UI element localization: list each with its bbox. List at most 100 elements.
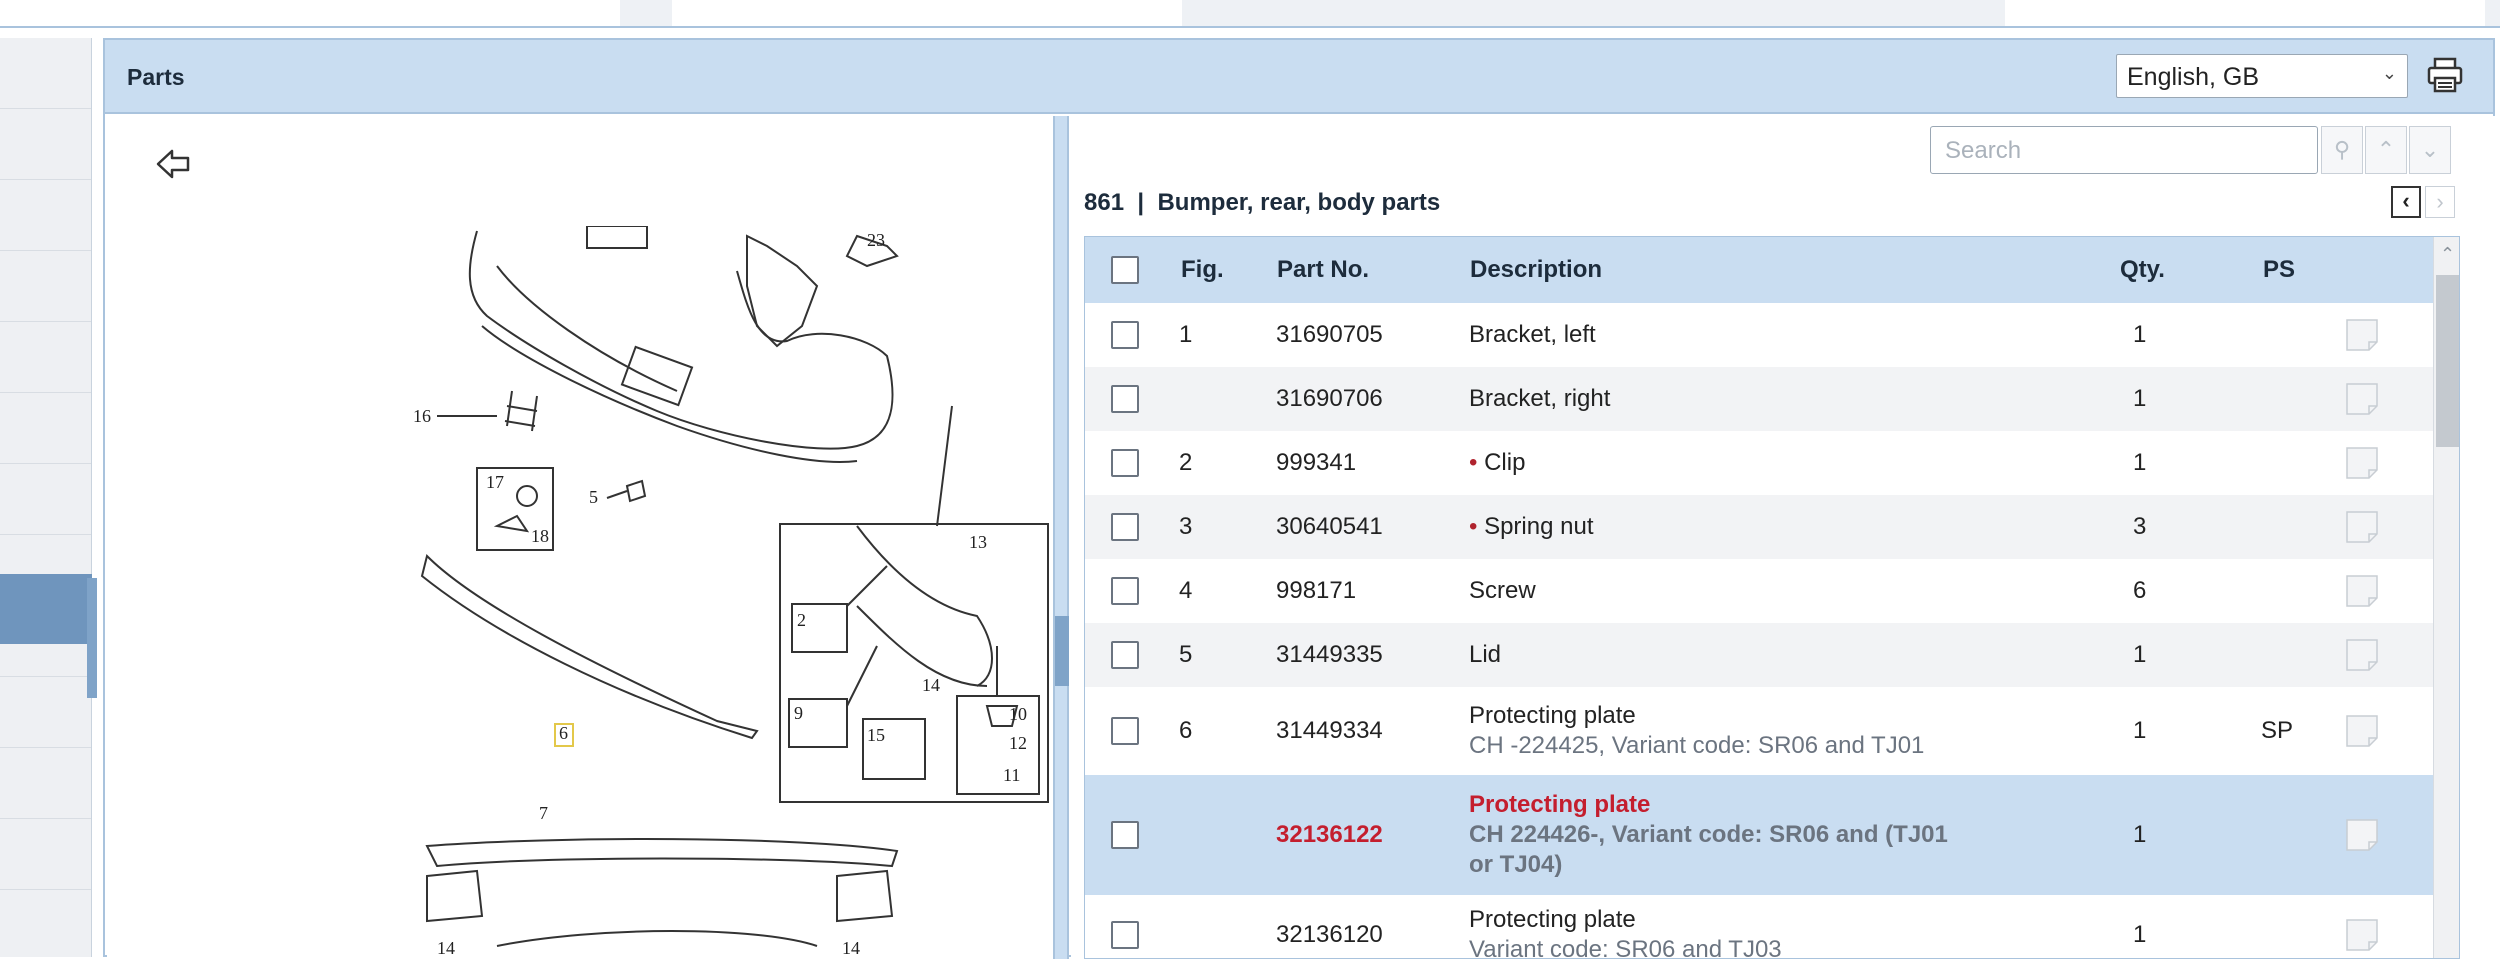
cell-description: • Spring nut: [1469, 512, 1593, 542]
nav-item[interactable]: [0, 819, 91, 890]
nav-item[interactable]: [0, 38, 91, 109]
column-header-ps[interactable]: PS: [2263, 256, 2295, 284]
column-header-qty[interactable]: Qty.: [2120, 256, 2165, 284]
table-row[interactable]: 4 998171 Screw 6: [1085, 559, 2433, 623]
nav-item[interactable]: [0, 748, 91, 819]
bullet-icon: •: [1469, 449, 1485, 476]
splitter-handle[interactable]: [1055, 616, 1069, 686]
scroll-up-icon[interactable]: ⌃: [2434, 237, 2459, 271]
cell-part-no[interactable]: 30640541: [1276, 513, 1383, 541]
left-navigation: [0, 38, 97, 957]
cell-part-no[interactable]: 31690706: [1276, 385, 1383, 413]
chevron-down-icon[interactable]: ⌄: [2409, 126, 2451, 174]
column-header-description[interactable]: Description: [1470, 256, 1602, 284]
cell-description: • Clip: [1469, 448, 1525, 478]
column-header-part-no[interactable]: Part No.: [1277, 256, 1369, 284]
row-checkbox[interactable]: [1111, 385, 1139, 413]
cell-part-no[interactable]: 998171: [1276, 577, 1356, 605]
cell-part-no[interactable]: 32136120: [1276, 921, 1383, 949]
note-icon[interactable]: [2345, 318, 2379, 352]
cell-qty: 1: [2133, 449, 2147, 476]
table-row[interactable]: 32136122 Protecting plate CH 224426-, Vari…: [1085, 775, 2433, 895]
callout-label: 16: [413, 406, 431, 426]
table-header: Fig. Part No. Description Qty. PS: [1085, 237, 2433, 303]
section-title: Bumper, rear, body parts: [1157, 189, 1441, 216]
callout-label: 12: [1009, 733, 1027, 753]
table-row[interactable]: 32136120 Protecting plate Variant code: SR…: [1085, 895, 2433, 959]
diagram-pane: 23 16 17 18 5 6 7 14 14 13 2 9 15 14 10 …: [107, 116, 1055, 959]
note-icon[interactable]: [2345, 818, 2379, 852]
pane-splitter[interactable]: [1055, 116, 1069, 959]
exploded-parts-diagram[interactable]: 23 16 17 18 5 6 7 14 14 13 2 9 15 14 10 …: [297, 226, 1057, 959]
cell-description: Bracket, left: [1469, 320, 1596, 350]
row-checkbox[interactable]: [1111, 577, 1139, 605]
nav-item[interactable]: [0, 677, 91, 748]
cell-qty: 1: [2133, 921, 2147, 948]
note-icon[interactable]: [2345, 382, 2379, 416]
section-heading: 861 | Bumper, rear, body parts: [1084, 189, 1440, 217]
back-arrow-icon[interactable]: [154, 146, 194, 182]
nav-item[interactable]: [0, 251, 91, 322]
search-icon[interactable]: ⚲: [2321, 126, 2363, 174]
top-toolbar: [0, 0, 2500, 28]
cell-fig: 5: [1179, 641, 1193, 668]
row-checkbox[interactable]: [1111, 821, 1139, 849]
language-select[interactable]: English, GB ⌄: [2116, 54, 2408, 98]
search-input[interactable]: Search: [1930, 126, 2318, 174]
description-subtext: Variant code: SR06 and TJ03: [1469, 936, 1782, 959]
cell-description: Screw: [1469, 576, 1536, 606]
table-row[interactable]: 1 31690705 Bracket, left 1: [1085, 303, 2433, 367]
row-checkbox[interactable]: [1111, 717, 1139, 745]
next-section-button[interactable]: ›: [2425, 186, 2455, 218]
nav-item[interactable]: [0, 180, 91, 251]
cell-fig: 4: [1179, 577, 1193, 604]
note-icon[interactable]: [2345, 446, 2379, 480]
cell-part-no[interactable]: 31449335: [1276, 641, 1383, 669]
row-checkbox[interactable]: [1111, 641, 1139, 669]
note-icon[interactable]: [2345, 638, 2379, 672]
scrollbar[interactable]: ⌃: [2433, 237, 2459, 958]
cell-part-no[interactable]: 32136122: [1276, 821, 1383, 849]
note-icon[interactable]: [2345, 574, 2379, 608]
section-code: 861: [1084, 189, 1125, 216]
nav-item-active[interactable]: [0, 574, 92, 644]
row-checkbox[interactable]: [1111, 921, 1139, 949]
note-icon[interactable]: [2345, 714, 2379, 748]
description-text: Bracket, left: [1469, 321, 1596, 348]
collapse-handle[interactable]: [87, 578, 97, 698]
callout-label: 10: [1009, 704, 1027, 724]
description-text: Bracket, right: [1469, 385, 1611, 412]
previous-section-button[interactable]: ‹: [2391, 186, 2421, 218]
nav-item[interactable]: [0, 393, 91, 464]
callout-label: 5: [589, 487, 598, 507]
description-subtext: or TJ04): [1469, 851, 1563, 878]
cell-part-no[interactable]: 999341: [1276, 449, 1356, 477]
callout-label: 17: [486, 472, 504, 492]
cell-part-no[interactable]: 31690705: [1276, 321, 1383, 349]
language-selected: English, GB: [2127, 63, 2260, 91]
row-checkbox[interactable]: [1111, 513, 1139, 541]
top-segment: [672, 0, 1182, 26]
table-row[interactable]: 5 31449335 Lid 1: [1085, 623, 2433, 687]
table-row[interactable]: 2 999341 • Clip 1: [1085, 431, 2433, 495]
printer-icon[interactable]: [2425, 55, 2465, 95]
note-icon[interactable]: [2345, 918, 2379, 952]
cell-part-no[interactable]: 31449334: [1276, 717, 1383, 745]
callout-label: 9: [794, 703, 803, 723]
scrollbar-thumb[interactable]: [2436, 275, 2459, 447]
note-icon[interactable]: [2345, 510, 2379, 544]
nav-item[interactable]: [0, 322, 91, 393]
table-row[interactable]: 3 30640541 • Spring nut 3: [1085, 495, 2433, 559]
cell-fig: 1: [1179, 321, 1193, 348]
cell-qty: 1: [2133, 641, 2147, 668]
row-checkbox[interactable]: [1111, 321, 1139, 349]
row-checkbox[interactable]: [1111, 449, 1139, 477]
select-all-checkbox[interactable]: [1111, 256, 1139, 284]
nav-item[interactable]: [0, 109, 91, 180]
table-row[interactable]: 31690706 Bracket, right 1: [1085, 367, 2433, 431]
column-header-fig[interactable]: Fig.: [1181, 256, 1224, 284]
chevron-up-icon[interactable]: ⌃: [2365, 126, 2407, 174]
nav-item[interactable]: [0, 464, 91, 535]
description-text: Lid: [1469, 641, 1502, 668]
table-row[interactable]: 6 31449334 Protecting plate CH -224425, Var…: [1085, 687, 2433, 775]
